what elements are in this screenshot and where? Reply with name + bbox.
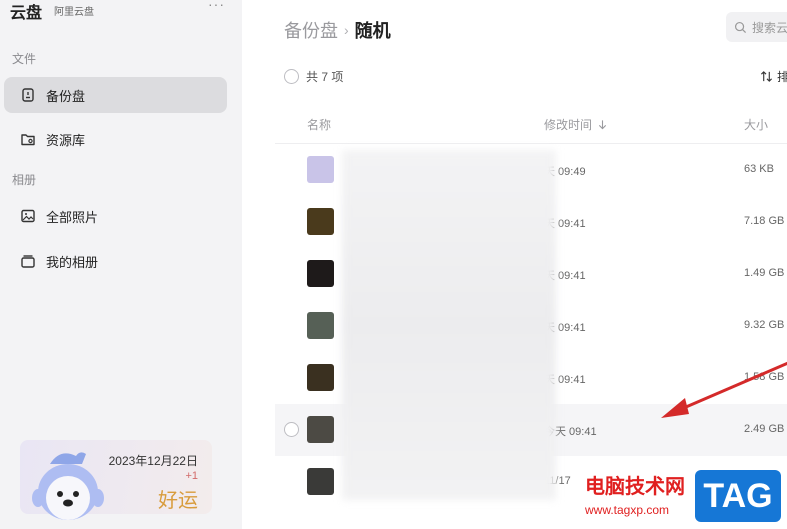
breadcrumb-root[interactable]: 备份盘: [284, 17, 338, 43]
app-title: 云盘: [10, 5, 43, 22]
sort-button[interactable]: 排: [760, 68, 787, 85]
section-label-files: 文件: [12, 52, 37, 66]
file-thumbnail: [307, 156, 334, 183]
sidebar-item-all-photos[interactable]: 全部照片: [4, 198, 227, 234]
item-count: 共 7 项: [306, 70, 344, 84]
breadcrumb-separator: ›: [344, 22, 349, 38]
sidebar: 云盘 阿里云盘 ··· 文件 备份盘 资源库 相册 全部照片 我的相册 2023…: [0, 0, 242, 529]
file-thumbnail: [307, 312, 334, 339]
sidebar-item-label: 资源库: [46, 132, 86, 148]
backup-drive-icon: [20, 87, 36, 103]
search-input[interactable]: 搜索云: [726, 12, 787, 42]
sidebar-header: 云盘 阿里云盘 ···: [10, 0, 225, 22]
photo-icon: [20, 208, 36, 224]
file-size: 9.32 GB: [744, 319, 785, 331]
file-size: 7.18 GB: [744, 215, 785, 227]
file-thumbnail: [307, 416, 334, 443]
watermark-url: www.tagxp.com: [585, 503, 670, 517]
search-icon: [734, 21, 752, 34]
annotation-arrow: [661, 361, 787, 418]
column-header-time[interactable]: 修改时间: [544, 116, 608, 133]
sidebar-item-label: 全部照片: [46, 209, 99, 225]
breadcrumb: 备份盘 › 随机: [284, 17, 391, 43]
file-thumbnail: [307, 364, 334, 391]
column-header-name[interactable]: 名称: [307, 116, 331, 133]
file-size: 2.49 GB: [744, 423, 785, 435]
more-options-button[interactable]: ···: [208, 0, 225, 12]
file-size: 1.49 GB: [744, 267, 785, 279]
watermark-text: 电脑技术网: [585, 476, 685, 498]
checkin-date: 2023年12月22日: [108, 454, 198, 468]
main-panel: 备份盘 › 随机 搜索云 共 7 项 排 名称 修改时间 大小 天 09:49 6…: [242, 0, 787, 529]
search-placeholder: 搜索云: [752, 20, 787, 35]
mascot-illustration: [32, 452, 104, 520]
breadcrumb-current: 随机: [354, 21, 391, 41]
select-all-row: 共 7 项: [284, 68, 343, 85]
column-header-time-label: 修改时间: [544, 118, 593, 132]
album-icon: [20, 253, 36, 269]
sidebar-item-my-albums[interactable]: 我的相册: [4, 243, 227, 279]
sort-icon: [760, 70, 777, 83]
section-label-album: 相册: [12, 173, 37, 187]
column-header-size[interactable]: 大小: [744, 116, 768, 133]
file-thumbnail: [307, 260, 334, 287]
checkin-luck-text: 好运: [158, 490, 198, 512]
sort-down-arrow-icon: [592, 119, 608, 130]
column-header-size-label: 大小: [744, 118, 769, 132]
sidebar-item-backup-drive[interactable]: 备份盘: [4, 77, 227, 113]
sidebar-item-label: 备份盘: [46, 88, 86, 104]
file-thumbnail: [307, 468, 334, 495]
app-subtitle: 阿里云盘: [54, 7, 94, 18]
select-all-checkbox[interactable]: [284, 69, 299, 84]
watermark-tag-logo: TAG: [695, 470, 781, 522]
row-select-checkbox[interactable]: [284, 422, 299, 437]
sort-label: 排: [777, 70, 787, 84]
redacted-filenames-area: [342, 150, 556, 500]
sidebar-item-resource-library[interactable]: 资源库: [4, 121, 227, 157]
checkin-bonus: +1: [185, 470, 198, 482]
file-size: 63 KB: [744, 163, 774, 175]
folder-icon: [20, 131, 36, 147]
sidebar-item-label: 我的相册: [46, 254, 99, 270]
column-header-name-label: 名称: [307, 118, 332, 132]
file-thumbnail: [307, 208, 334, 235]
